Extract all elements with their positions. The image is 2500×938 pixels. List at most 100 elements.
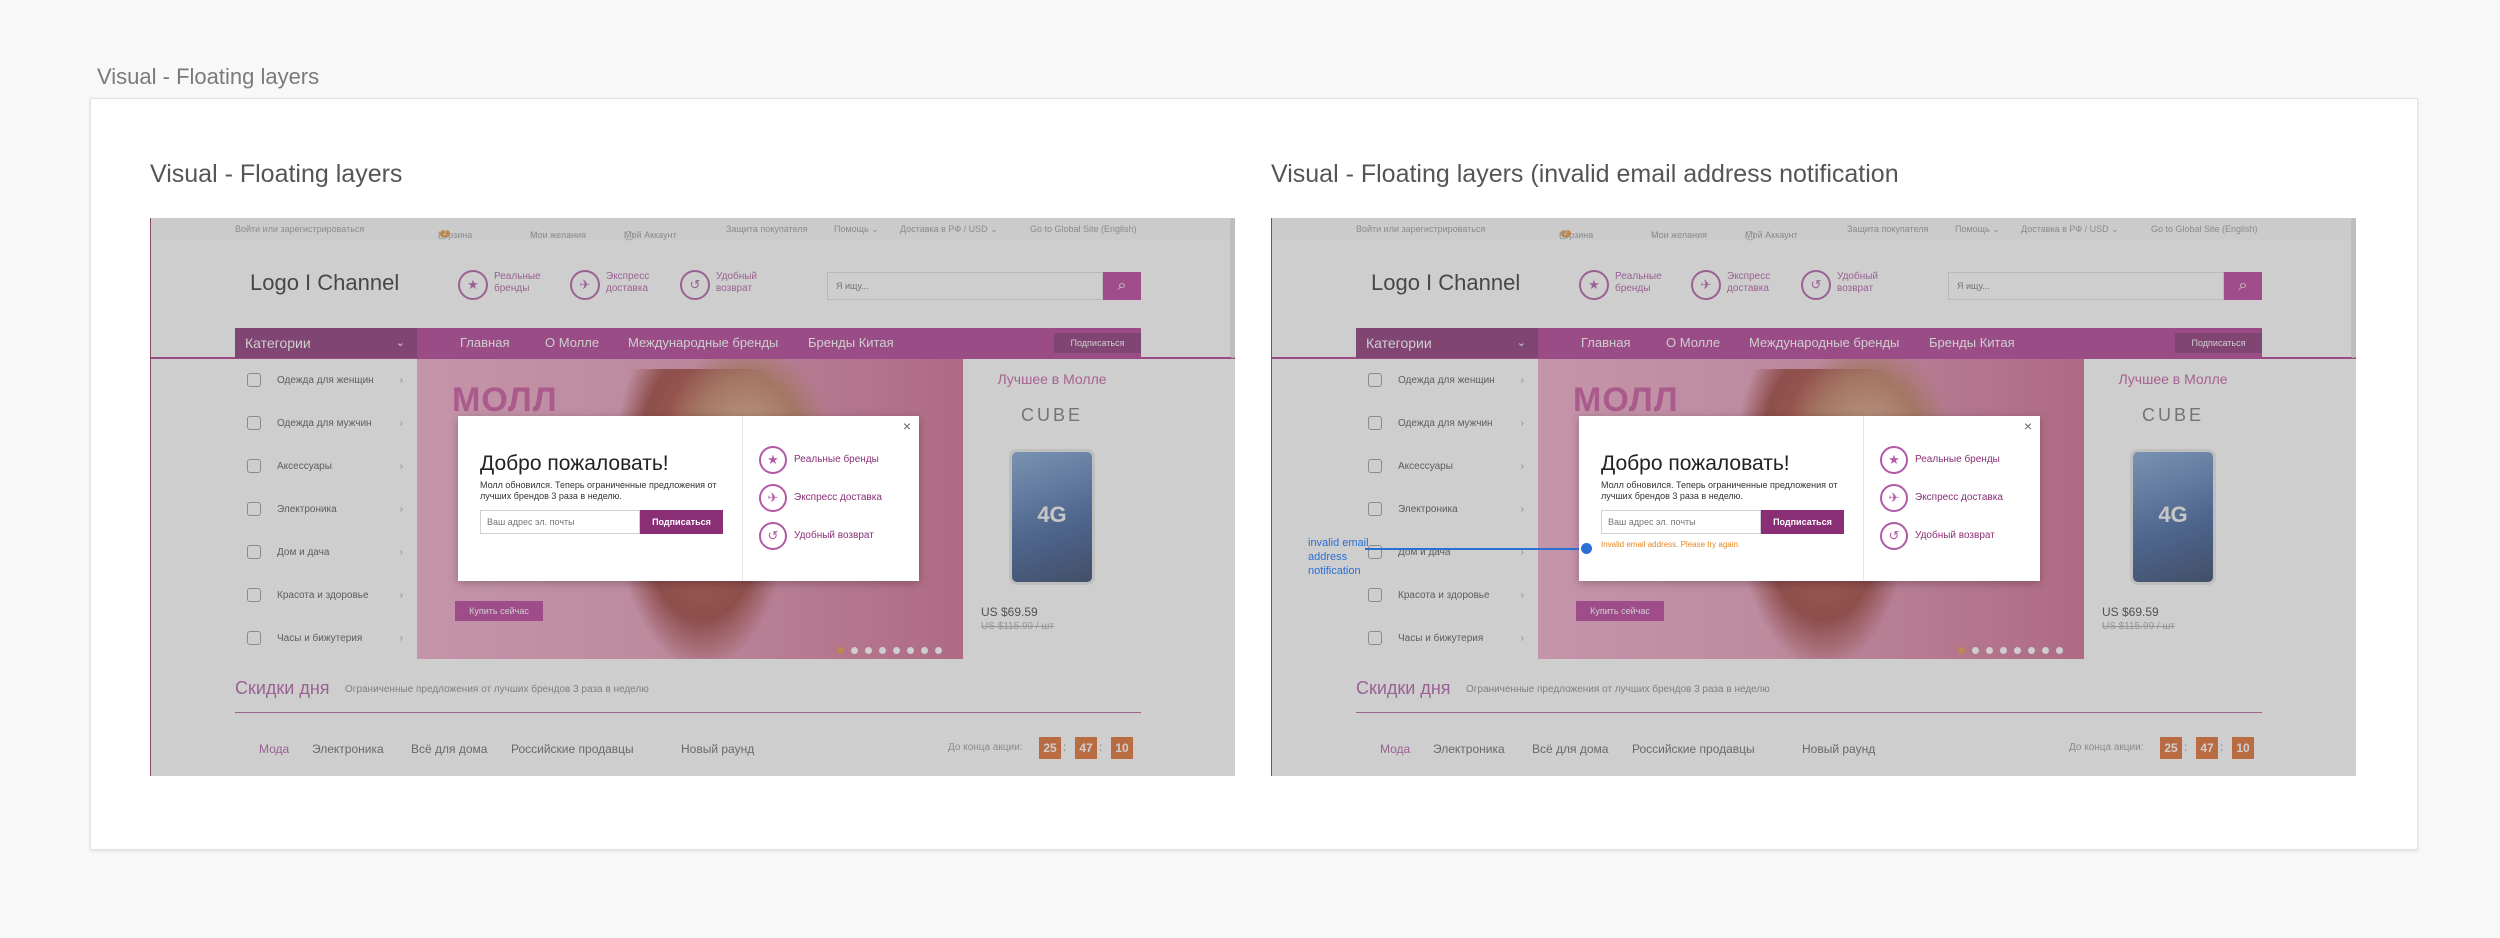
carousel-dot[interactable] bbox=[2056, 647, 2063, 654]
categories-button[interactable]: Категории ⌄ bbox=[235, 328, 417, 358]
search-button[interactable]: ⌕ bbox=[1103, 272, 1141, 300]
carousel-dot[interactable] bbox=[879, 647, 886, 654]
carousel-dot[interactable] bbox=[1972, 647, 1979, 654]
close-icon[interactable]: × bbox=[903, 418, 911, 434]
buyer-protection-link[interactable]: Защита покупателя bbox=[726, 224, 807, 234]
carousel-dot[interactable] bbox=[907, 647, 914, 654]
carousel-dot[interactable] bbox=[2014, 647, 2021, 654]
global-site-link[interactable]: Go to Global Site (English) bbox=[2151, 224, 2258, 234]
email-input[interactable] bbox=[1608, 511, 1760, 533]
sidebar-item-accessories[interactable]: Аксессуары › bbox=[1356, 445, 1538, 488]
sidebar-item-beauty[interactable]: Красота и здоровье › bbox=[1356, 574, 1538, 617]
deals-tab-electronics[interactable]: Электроника bbox=[1433, 742, 1505, 756]
nav-about[interactable]: О Молле bbox=[545, 328, 599, 358]
search-field[interactable] bbox=[827, 272, 1103, 300]
modal-feature-label: Реальные бренды bbox=[1915, 454, 2000, 465]
deals-tab-electronics[interactable]: Электроника bbox=[312, 742, 384, 756]
email-field[interactable] bbox=[1601, 510, 1761, 534]
sidebar-item-electronics[interactable]: Электроника › bbox=[1356, 488, 1538, 531]
subscribe-button[interactable]: Подписаться bbox=[2175, 333, 2262, 353]
deals-tab-fashion[interactable]: Мода bbox=[1380, 742, 1410, 756]
sidebar-item-beauty[interactable]: Красота и здоровье › bbox=[235, 574, 417, 617]
delivery-currency-dropdown[interactable]: Доставка в РФ / USD ⌄ bbox=[900, 224, 998, 235]
bag-icon bbox=[1368, 459, 1382, 473]
nav-china-brands[interactable]: Бренды Китая bbox=[808, 328, 894, 358]
chevron-right-icon: › bbox=[399, 590, 403, 601]
carousel-dot[interactable] bbox=[2042, 647, 2049, 654]
carousel-dot[interactable] bbox=[935, 647, 942, 654]
buy-now-button[interactable]: Купить сейчас bbox=[1576, 601, 1664, 621]
sidebar-item-women[interactable]: Одежда для женщин › bbox=[1356, 359, 1538, 402]
carousel-dot[interactable] bbox=[865, 647, 872, 654]
nav-home[interactable]: Главная bbox=[1581, 328, 1630, 358]
global-site-link[interactable]: Go to Global Site (English) bbox=[1030, 224, 1137, 234]
carousel-dot[interactable] bbox=[837, 647, 844, 654]
sidebar-item-label: Дом и дача bbox=[277, 547, 330, 558]
help-dropdown[interactable]: Помощь ⌄ bbox=[834, 224, 879, 235]
sidebar-item-label: Одежда для женщин bbox=[277, 375, 374, 386]
logo[interactable]: Logo I Channel bbox=[1371, 270, 1520, 296]
nav-international-brands[interactable]: Международные бренды bbox=[628, 328, 778, 358]
deals-tab-home[interactable]: Всё для дома bbox=[1532, 742, 1608, 756]
search-input[interactable] bbox=[1949, 273, 2223, 299]
sidebar-item-men[interactable]: Одежда для мужчин › bbox=[1356, 402, 1538, 445]
women-icon bbox=[1368, 373, 1382, 387]
delivery-currency-dropdown[interactable]: Доставка в РФ / USD ⌄ bbox=[2021, 224, 2119, 235]
login-link[interactable]: Войти или зарегистрироваться bbox=[1356, 224, 1485, 234]
deals-tab-home[interactable]: Всё для дома bbox=[411, 742, 487, 756]
scrollbar[interactable] bbox=[1230, 218, 1235, 358]
carousel-dot[interactable] bbox=[2000, 647, 2007, 654]
nav-international-brands[interactable]: Международные бренды bbox=[1749, 328, 1899, 358]
carousel-dot[interactable] bbox=[1986, 647, 1993, 654]
deals-tab-new-round[interactable]: Новый раунд bbox=[1802, 742, 1875, 756]
search-input[interactable] bbox=[828, 273, 1102, 299]
deals-title: Скидки дня bbox=[235, 678, 330, 698]
help-dropdown[interactable]: Помощь ⌄ bbox=[1955, 224, 2000, 235]
buy-now-button[interactable]: Купить сейчас bbox=[455, 601, 543, 621]
email-input[interactable] bbox=[487, 511, 639, 533]
nav-about[interactable]: О Молле bbox=[1666, 328, 1720, 358]
subscribe-button[interactable]: Подписаться bbox=[1054, 333, 1141, 353]
cart-count-badge: 2 bbox=[1561, 230, 1571, 237]
carousel-dot[interactable] bbox=[893, 647, 900, 654]
carousel-dot[interactable] bbox=[851, 647, 858, 654]
sidebar-item-men[interactable]: Одежда для мужчин › bbox=[235, 402, 417, 445]
deals-tab-new-round[interactable]: Новый раунд bbox=[681, 742, 754, 756]
carousel-dot[interactable] bbox=[921, 647, 928, 654]
sidebar-item-label: Аксессуары bbox=[277, 461, 332, 472]
buyer-protection-link[interactable]: Защита покупателя bbox=[1847, 224, 1928, 234]
carousel-dot[interactable] bbox=[1958, 647, 1965, 654]
modal-subscribe-button[interactable]: Подписаться bbox=[1761, 510, 1844, 534]
sidebar-item-watches[interactable]: Часы и бижутерия › bbox=[235, 617, 417, 660]
email-error-message: Invalid email address. Please try again. bbox=[1601, 540, 1741, 549]
nav-china-brands[interactable]: Бренды Китая bbox=[1929, 328, 2015, 358]
sidebar-item-home[interactable]: Дом и дача › bbox=[235, 531, 417, 574]
modal-subscribe-button[interactable]: Подписаться bbox=[640, 510, 723, 534]
sidebar-item-home[interactable]: Дом и дача › bbox=[1356, 531, 1538, 574]
carousel-dot[interactable] bbox=[2028, 647, 2035, 654]
login-link[interactable]: Войти или зарегистрироваться bbox=[235, 224, 364, 234]
sidebar-item-label: Одежда для мужчин bbox=[1398, 418, 1493, 429]
promo-card[interactable]: Лучшее в Молле CUBE 4G US $69.59 US $115… bbox=[963, 359, 1141, 659]
search-field[interactable] bbox=[1948, 272, 2224, 300]
deals-tab-russian-sellers[interactable]: Российские продавцы bbox=[1632, 742, 1755, 756]
laptop-icon bbox=[247, 502, 261, 516]
sidebar-item-electronics[interactable]: Электроника › bbox=[235, 488, 417, 531]
sidebar-item-accessories[interactable]: Аксессуары › bbox=[235, 445, 417, 488]
plane-icon: ✈ bbox=[1691, 270, 1721, 300]
scrollbar[interactable] bbox=[2351, 218, 2356, 358]
modal-divider bbox=[742, 416, 743, 581]
deals-tab-fashion[interactable]: Мода bbox=[259, 742, 289, 756]
categories-button[interactable]: Категории ⌄ bbox=[1356, 328, 1538, 358]
deals-tab-russian-sellers[interactable]: Российские продавцы bbox=[511, 742, 634, 756]
shirt-icon bbox=[247, 416, 261, 430]
close-icon[interactable]: × bbox=[2024, 418, 2032, 434]
search-button[interactable]: ⌕ bbox=[2224, 272, 2262, 300]
logo[interactable]: Logo I Channel bbox=[250, 270, 399, 296]
feature-label: Удобный возврат bbox=[716, 271, 757, 294]
promo-card[interactable]: Лучшее в Молле CUBE 4G US $69.59 US $115… bbox=[2084, 359, 2262, 659]
sidebar-item-watches[interactable]: Часы и бижутерия › bbox=[1356, 617, 1538, 660]
nav-home[interactable]: Главная bbox=[460, 328, 509, 358]
sidebar-item-women[interactable]: Одежда для женщин › bbox=[235, 359, 417, 402]
email-field[interactable] bbox=[480, 510, 640, 534]
